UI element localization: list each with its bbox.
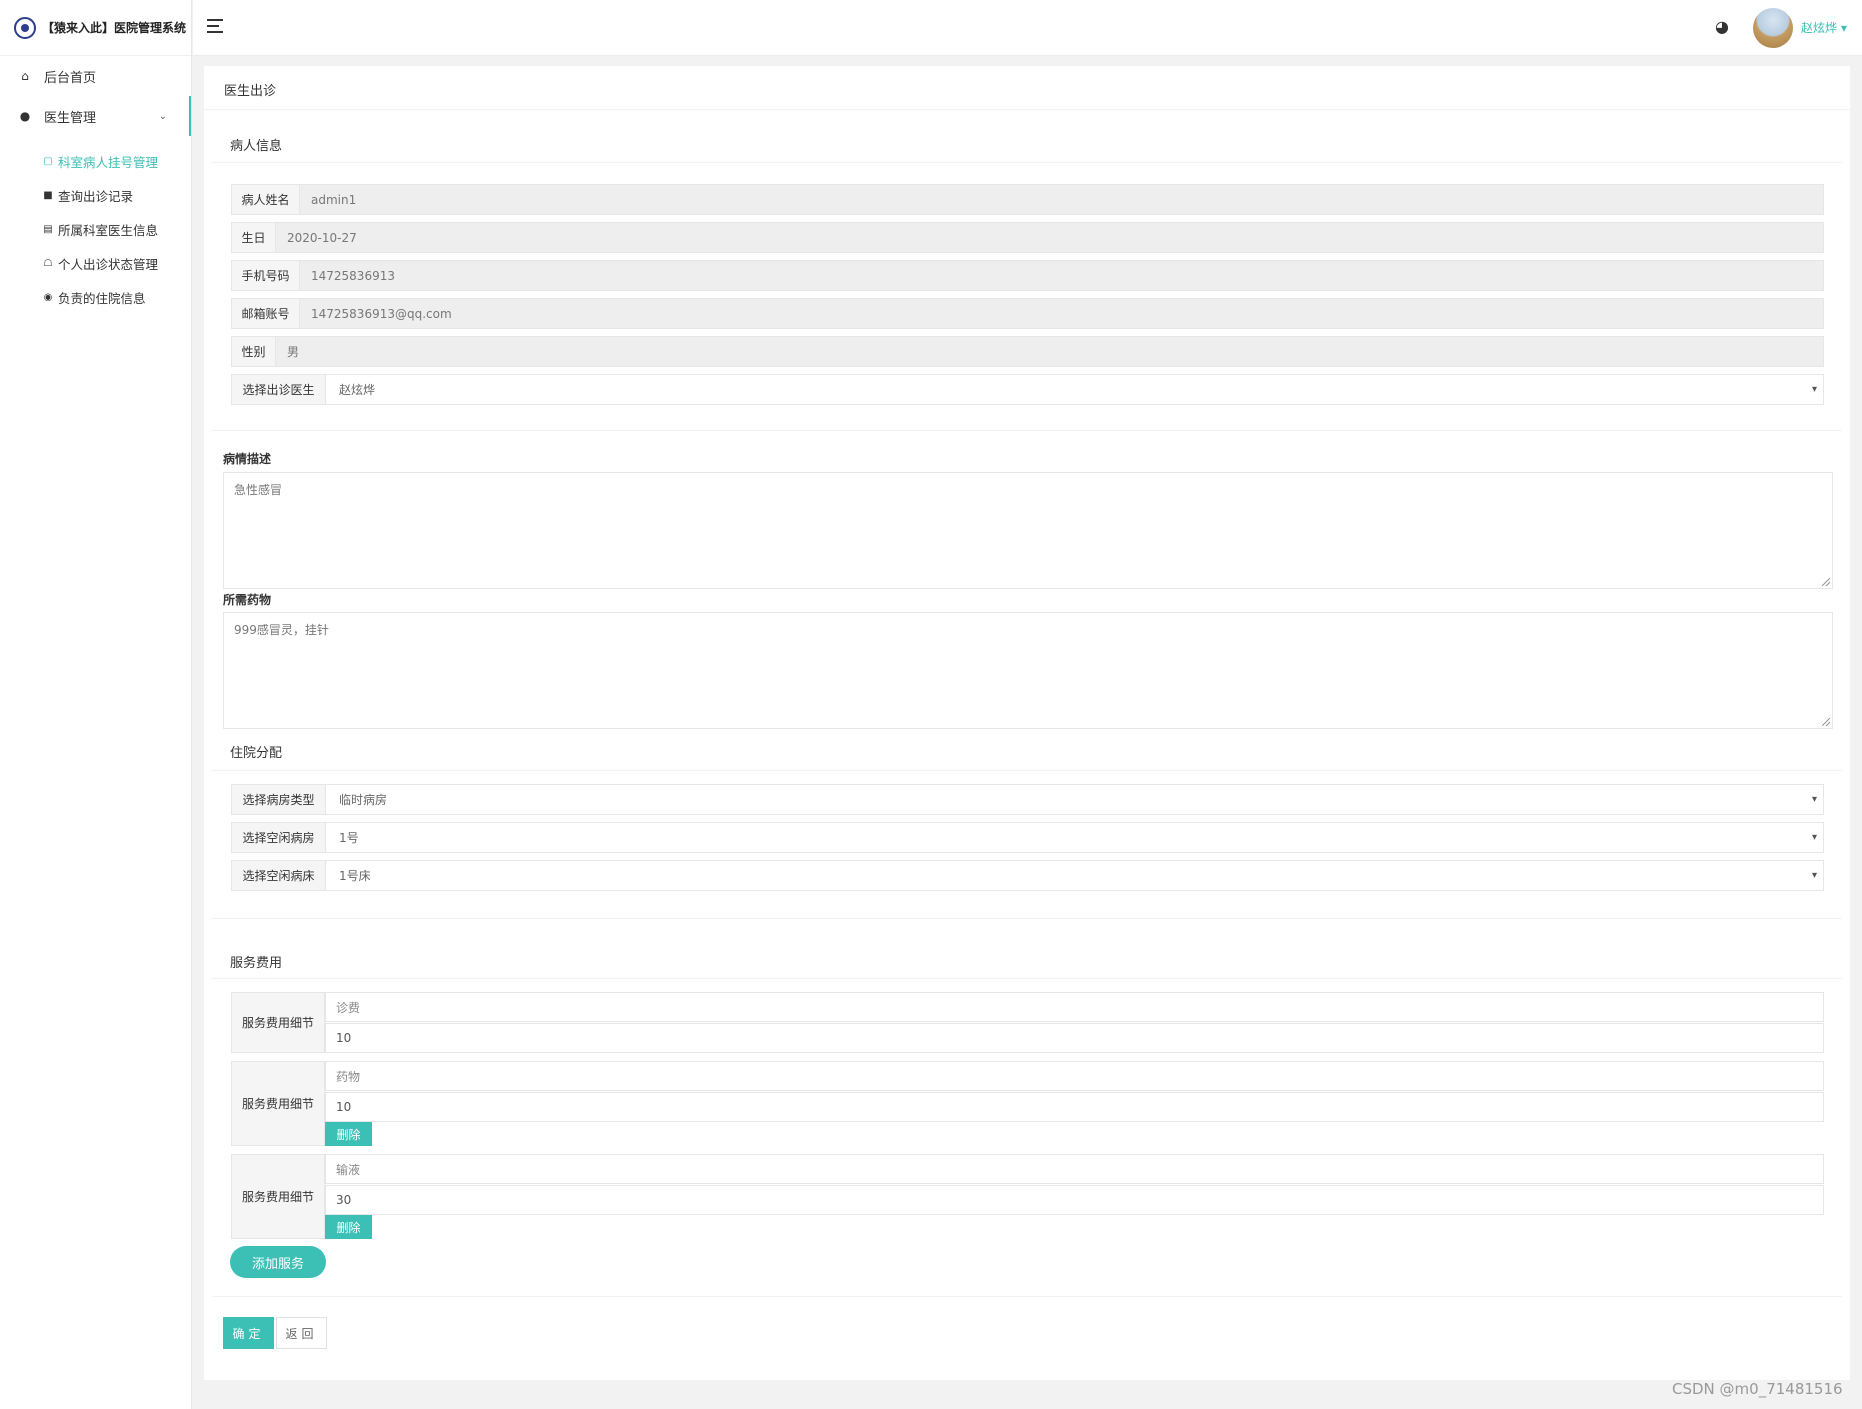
field-label: 选择空闲病房 xyxy=(232,823,326,852)
section-title-hospital: 住院分配 xyxy=(230,746,283,761)
divider xyxy=(212,918,1842,919)
field-label: 病人姓名 xyxy=(232,185,300,214)
fee-label: 服务费用细节 xyxy=(231,1061,325,1146)
hospital-logo-icon xyxy=(14,16,36,39)
field-label: 手机号码 xyxy=(232,261,300,290)
user-circle-icon: ◉ xyxy=(43,291,53,303)
room-select[interactable]: 1号 xyxy=(326,823,1823,852)
patient-name-input[interactable]: admin1 xyxy=(300,185,1823,214)
sidebar: 【猿来入此】医院管理系统 ⌂ 后台首页 ● 医生管理 ⌄ ▢ 科室病人挂号管理 … xyxy=(0,0,192,1409)
patient-gender-field: 性别 男 xyxy=(231,336,1824,367)
room-type-field: 选择病房类型 临时病房 xyxy=(231,784,1824,815)
chevron-down-icon: ▾ xyxy=(1840,21,1847,35)
field-label: 邮箱账号 xyxy=(232,299,300,328)
bed-select[interactable]: 1号床 xyxy=(326,861,1823,890)
confirm-button[interactable]: 确定 xyxy=(223,1317,274,1349)
patient-email-input[interactable]: 14725836913@qq.com xyxy=(300,299,1823,328)
sidebar-subitem-label: 个人出诊状态管理 xyxy=(58,256,159,272)
document-icon: ▤ xyxy=(43,223,53,235)
divider xyxy=(212,770,1842,771)
sidebar-subitem-label: 所属科室医生信息 xyxy=(58,222,159,238)
field-label: 性别 xyxy=(232,337,276,366)
section-title-patient: 病人信息 xyxy=(230,139,283,154)
app-title: 【猿来入此】医院管理系统 xyxy=(42,21,187,35)
fee-name-input[interactable]: 输液 xyxy=(325,1154,1824,1184)
avatar[interactable] xyxy=(1753,8,1793,48)
page-title: 医生出诊 xyxy=(224,84,277,99)
divider xyxy=(204,109,1850,110)
section-title-fees: 服务费用 xyxy=(230,956,283,971)
fee-name-input[interactable]: 药物 xyxy=(325,1061,1824,1091)
sidebar-item-label: 后台首页 xyxy=(44,70,97,86)
patient-gender-input[interactable]: 男 xyxy=(276,337,1823,366)
watermark: CSDN @m0_71481516 xyxy=(1672,1380,1843,1398)
field-label: 选择出诊医生 xyxy=(232,375,326,404)
sidebar-subitem-label: 负责的住院信息 xyxy=(58,290,146,306)
sidebar-subitem-label: 查询出诊记录 xyxy=(58,188,134,204)
divider xyxy=(212,978,1842,979)
chevron-down-icon: ⌄ xyxy=(158,110,167,122)
sidebar-item-visit-records[interactable]: ■ 查询出诊记录 xyxy=(0,178,191,212)
field-label: 选择空闲病床 xyxy=(232,861,326,890)
delete-fee-button[interactable]: 删除 xyxy=(325,1215,372,1239)
patient-phone-field: 手机号码 14725836913 xyxy=(231,260,1824,291)
sidebar-item-home[interactable]: ⌂ 后台首页 xyxy=(0,56,191,96)
fee-row: 服务费用细节 药物 10 删除 xyxy=(231,1061,1824,1146)
fee-amount-input[interactable]: 30 xyxy=(325,1185,1824,1215)
fee-row: 服务费用细节 诊费 10 xyxy=(231,992,1824,1053)
top-header: ◕ 赵炫烨 ▾ xyxy=(193,0,1862,56)
palette-icon[interactable]: ◕ xyxy=(1715,17,1729,36)
doctor-icon: ● xyxy=(19,109,31,123)
comment-icon: ■ xyxy=(43,189,53,201)
patient-name-field: 病人姓名 admin1 xyxy=(231,184,1824,215)
menu-toggle-icon[interactable] xyxy=(207,19,225,35)
divider xyxy=(212,162,1842,163)
divider xyxy=(212,430,1842,431)
fee-label: 服务费用细节 xyxy=(231,992,325,1053)
medicine-label: 所需药物 xyxy=(223,593,272,607)
patient-birth-input[interactable]: 2020-10-27 xyxy=(276,223,1823,252)
sidebar-item-visit-status[interactable]: ☖ 个人出诊状态管理 xyxy=(0,246,191,280)
home-icon: ⌂ xyxy=(21,69,29,83)
brand[interactable]: 【猿来入此】医院管理系统 xyxy=(0,0,191,56)
bed-field: 选择空闲病床 1号床 xyxy=(231,860,1824,891)
description-label: 病情描述 xyxy=(223,452,272,466)
doctor-select[interactable]: 赵炫烨 xyxy=(326,375,1823,404)
sidebar-nav: ⌂ 后台首页 ● 医生管理 ⌄ xyxy=(0,56,191,136)
field-label: 选择病房类型 xyxy=(232,785,326,814)
fee-name-input[interactable]: 诊费 xyxy=(325,992,1824,1022)
add-service-button[interactable]: 添加服务 xyxy=(230,1246,326,1278)
patient-birth-field: 生日 2020-10-27 xyxy=(231,222,1824,253)
username: 赵炫烨 xyxy=(1801,21,1838,35)
sidebar-item-doctor-management[interactable]: ● 医生管理 ⌄ xyxy=(0,96,191,136)
main-card: 医生出诊 病人信息 病人姓名 admin1 生日 2020-10-27 手机号码… xyxy=(204,66,1850,1380)
app-root: 【猿来入此】医院管理系统 ⌂ 后台首页 ● 医生管理 ⌄ ▢ 科室病人挂号管理 … xyxy=(0,0,1862,1409)
delete-fee-button[interactable]: 删除 xyxy=(325,1122,372,1146)
patient-phone-input[interactable]: 14725836913 xyxy=(300,261,1823,290)
fee-label: 服务费用细节 xyxy=(231,1154,325,1239)
back-button[interactable]: 返回 xyxy=(276,1317,327,1349)
register-icon: ▢ xyxy=(43,155,53,167)
sidebar-subnav: ▢ 科室病人挂号管理 ■ 查询出诊记录 ▤ 所属科室医生信息 ☖ 个人出诊状态管… xyxy=(0,136,191,320)
fee-amount-input[interactable]: 10 xyxy=(325,1092,1824,1122)
fee-row: 服务费用细节 输液 30 删除 xyxy=(231,1154,1824,1239)
divider xyxy=(212,1296,1842,1297)
medicine-textarea[interactable]: 999感冒灵，挂针 xyxy=(223,612,1833,729)
sidebar-item-patient-register[interactable]: ▢ 科室病人挂号管理 xyxy=(0,144,191,178)
patient-email-field: 邮箱账号 14725836913@qq.com xyxy=(231,298,1824,329)
fee-amount-input[interactable]: 10 xyxy=(325,1023,1824,1053)
sidebar-item-label: 医生管理 xyxy=(44,110,97,126)
description-textarea[interactable]: 急性感冒 xyxy=(223,472,1833,589)
doctor-select-field: 选择出诊医生 赵炫烨 xyxy=(231,374,1824,405)
sidebar-item-inpatient-info[interactable]: ◉ 负责的住院信息 xyxy=(0,280,191,314)
sidebar-item-department-doctors[interactable]: ▤ 所属科室医生信息 xyxy=(0,212,191,246)
person-walk-icon: ☖ xyxy=(43,257,53,269)
room-field: 选择空闲病房 1号 xyxy=(231,822,1824,853)
field-label: 生日 xyxy=(232,223,276,252)
room-type-select[interactable]: 临时病房 xyxy=(326,785,1823,814)
sidebar-subitem-label: 科室病人挂号管理 xyxy=(58,154,159,170)
user-menu[interactable]: 赵炫烨 ▾ xyxy=(1801,19,1847,36)
